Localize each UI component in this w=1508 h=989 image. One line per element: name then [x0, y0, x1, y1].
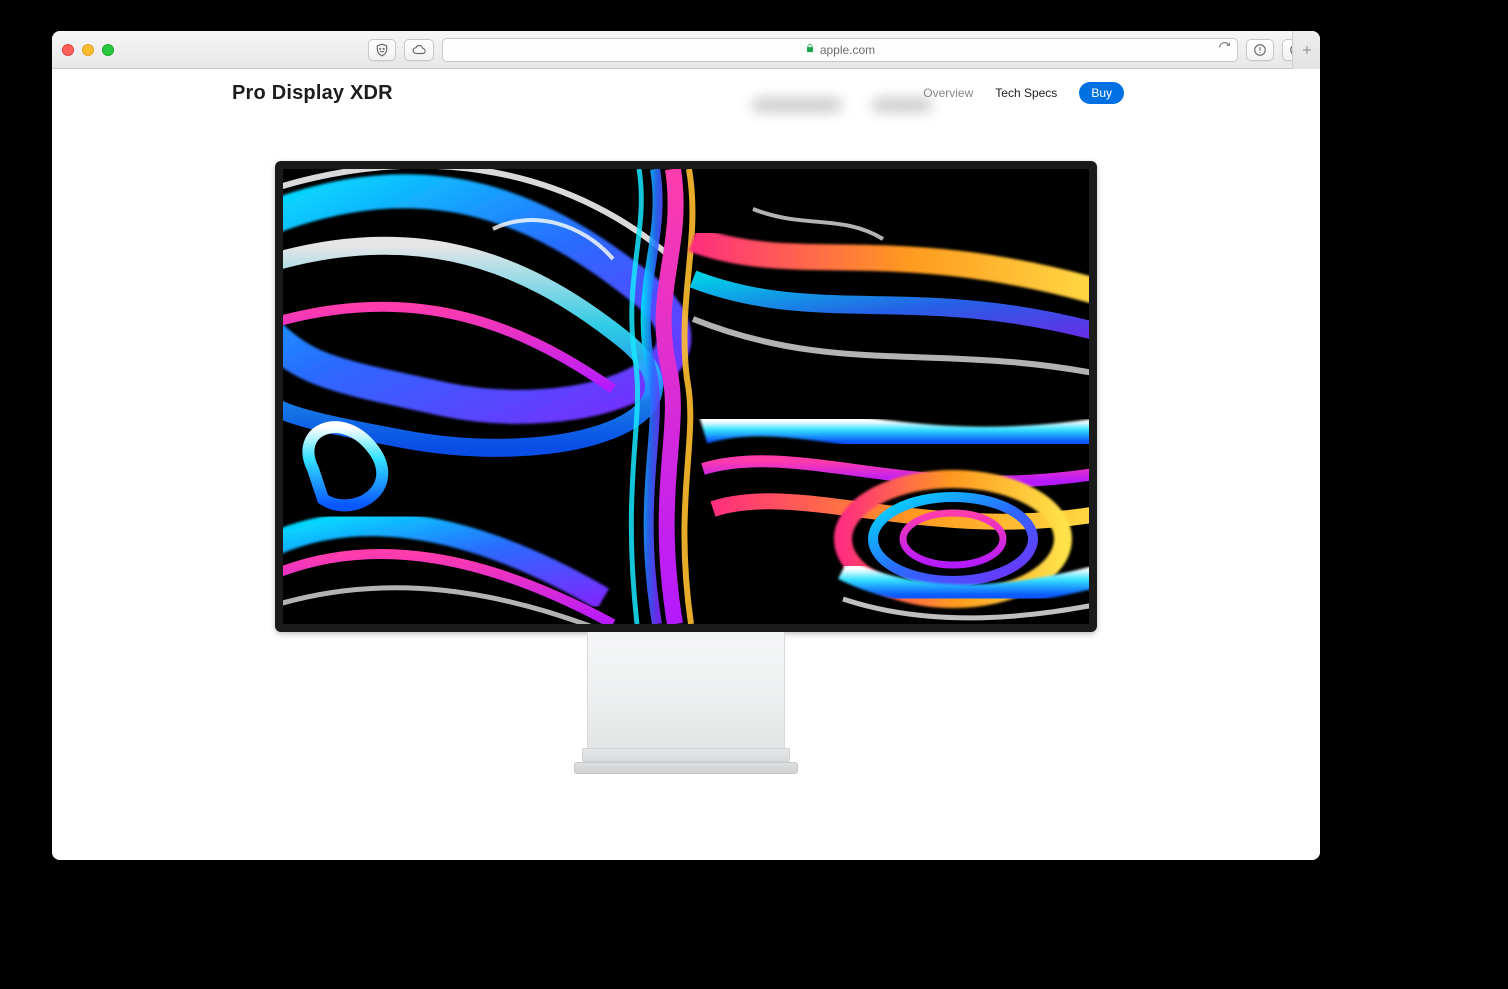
cloud-icon — [411, 43, 427, 57]
monitor-stand-foot — [574, 762, 798, 774]
nav-overview-link[interactable]: Overview — [923, 86, 973, 100]
monitor-screen-art — [283, 169, 1089, 624]
shield-face-icon — [375, 43, 389, 57]
product-title: Pro Display XDR — [232, 82, 393, 105]
lock-icon — [805, 41, 815, 59]
monitor-stand-neck — [587, 632, 785, 750]
address-bar[interactable]: apple.com — [442, 38, 1238, 62]
nav-techspecs-link[interactable]: Tech Specs — [995, 86, 1057, 100]
window-minimize-button[interactable] — [82, 44, 94, 56]
plus-icon — [1301, 44, 1313, 56]
buy-button[interactable]: Buy — [1079, 82, 1124, 104]
webpage-content: Pro Display XDR Overview Tech Specs Buy — [52, 69, 1320, 860]
product-local-nav: Pro Display XDR Overview Tech Specs Buy — [52, 69, 1320, 117]
reload-icon — [1218, 41, 1231, 54]
address-url: apple.com — [820, 43, 875, 57]
safari-window: apple.com — [52, 31, 1320, 860]
privacy-report-button[interactable] — [368, 39, 396, 61]
window-close-button[interactable] — [62, 44, 74, 56]
icloud-tabs-button[interactable] — [404, 39, 434, 61]
reload-button[interactable] — [1218, 41, 1231, 59]
pro-display-monitor — [275, 161, 1097, 632]
window-fullscreen-button[interactable] — [102, 44, 114, 56]
new-tab-button[interactable] — [1292, 31, 1320, 69]
monitor-stand-base — [582, 748, 790, 762]
window-controls — [62, 44, 114, 56]
hero-stage — [52, 117, 1320, 860]
safari-toolbar: apple.com — [52, 31, 1320, 69]
content-blocker-button[interactable] — [1246, 39, 1274, 61]
adblock-icon — [1253, 43, 1267, 57]
